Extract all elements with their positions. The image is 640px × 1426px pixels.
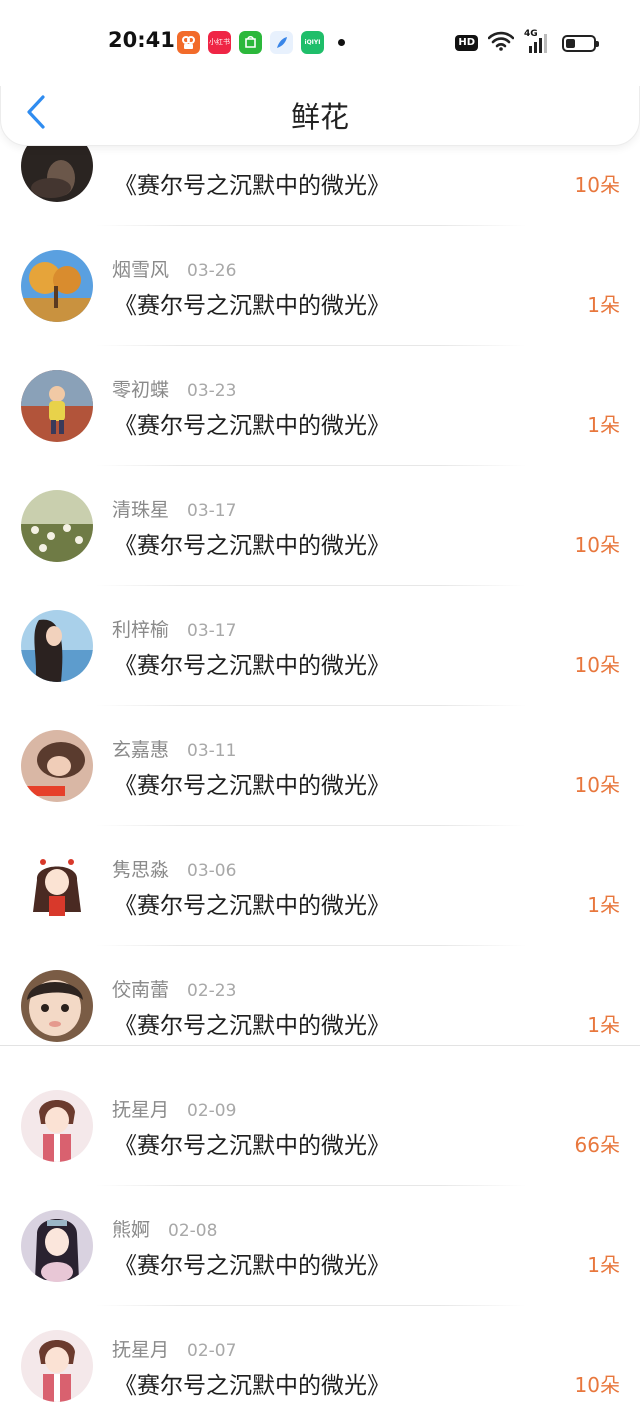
gift-date: 03-11 — [187, 741, 237, 761]
flower-count: 10朵 — [574, 773, 620, 797]
hd-badge: HD — [455, 35, 478, 51]
section-divider — [0, 1045, 640, 1046]
user-avatar[interactable] — [21, 610, 93, 682]
list-item[interactable]: 抚星月 02-07 《赛尔号之沉默中的微光》 10朵 — [0, 1306, 640, 1426]
gift-date: 02-08 — [168, 1221, 218, 1241]
flower-count: 1朵 — [587, 1253, 620, 1277]
sender-name[interactable]: 抚星月 — [112, 1335, 169, 1362]
wechat-pay-icon — [239, 31, 262, 54]
user-avatar[interactable] — [21, 1210, 93, 1282]
gift-meta: 利梓榆 03-17 — [112, 615, 236, 642]
sender-name[interactable]: 清珠星 — [112, 495, 169, 522]
sender-name[interactable]: 玄嘉惠 — [112, 735, 169, 762]
sender-name[interactable]: 零初蝶 — [112, 375, 169, 402]
gift-date: 02-23 — [187, 981, 237, 1001]
gift-date: 03-23 — [187, 381, 237, 401]
flower-count: 66朵 — [574, 1133, 620, 1157]
list-item[interactable]: 烟雪风 03-26 《赛尔号之沉默中的微光》 1朵 — [0, 226, 640, 346]
list-item[interactable]: 玄嘉惠 03-11 《赛尔号之沉默中的微光》 10朵 — [0, 706, 640, 826]
user-avatar[interactable] — [21, 850, 93, 922]
flower-count: 10朵 — [574, 1373, 620, 1397]
sender-name[interactable]: 佼南蕾 — [112, 975, 169, 1002]
sender-name[interactable]: 隽思淼 — [112, 855, 169, 882]
gift-meta: 佼南蕾 02-23 — [112, 975, 236, 1002]
gift-date: 03-17 — [187, 621, 237, 641]
work-title: 《赛尔号之沉默中的微光》 — [114, 1133, 390, 1159]
list-item[interactable]: 隽思淼 03-06 《赛尔号之沉默中的微光》 1朵 — [0, 826, 640, 946]
user-avatar[interactable] — [21, 1090, 93, 1162]
gift-date: 03-17 — [187, 501, 237, 521]
feather-app-icon — [270, 31, 293, 54]
list-item[interactable]: 熊婀 02-08 《赛尔号之沉默中的微光》 1朵 — [0, 1186, 640, 1306]
work-title: 《赛尔号之沉默中的微光》 — [114, 293, 390, 319]
list-item[interactable]: 利梓榆 03-17 《赛尔号之沉默中的微光》 10朵 — [0, 586, 640, 706]
work-title: 《赛尔号之沉默中的微光》 — [114, 533, 390, 559]
flower-count: 10朵 — [574, 653, 620, 677]
user-avatar[interactable] — [21, 730, 93, 802]
battery-icon — [562, 34, 599, 52]
user-avatar[interactable] — [21, 1330, 93, 1402]
cellular-signal-icon: 4G — [524, 29, 552, 54]
gift-meta: 抚星月 02-07 — [112, 1335, 236, 1362]
flower-count: 1朵 — [587, 413, 620, 437]
work-title: 《赛尔号之沉默中的微光》 — [114, 1013, 390, 1039]
gift-meta: 零初蝶 03-23 — [112, 375, 236, 402]
list-item[interactable]: 清珠星 03-17 《赛尔号之沉默中的微光》 10朵 — [0, 466, 640, 586]
list-item[interactable]: 佼南蕾 02-23 《赛尔号之沉默中的微光》 1朵 — [0, 946, 640, 1066]
work-title: 《赛尔号之沉默中的微光》 — [114, 773, 390, 799]
work-title: 《赛尔号之沉默中的微光》 — [114, 413, 390, 439]
work-title: 《赛尔号之沉默中的微光》 — [114, 1253, 390, 1279]
wifi-icon — [487, 31, 515, 55]
gift-meta: 抚星月 02-09 — [112, 1095, 236, 1122]
page-title: 鲜花 — [290, 100, 349, 134]
user-avatar[interactable] — [21, 490, 93, 562]
gift-meta: 隽思淼 03-06 — [112, 855, 236, 882]
sender-name[interactable]: 利梓榆 — [112, 615, 169, 642]
flower-count: 1朵 — [587, 293, 620, 317]
gift-meta: 玄嘉惠 03-11 — [112, 735, 236, 762]
sender-name[interactable]: 烟雪风 — [112, 255, 169, 282]
flower-count: 10朵 — [574, 173, 620, 197]
user-avatar[interactable] — [21, 970, 93, 1042]
work-title: 《赛尔号之沉默中的微光》 — [114, 653, 390, 679]
status-bar: 20:41 小红书 iQIYI HD 4G — [0, 0, 640, 86]
sender-name[interactable]: 熊婀 — [112, 1215, 150, 1242]
list-item[interactable]: 零初蝶 03-23 《赛尔号之沉默中的微光》 1朵 — [0, 346, 640, 466]
iqiyi-icon: iQIYI — [301, 31, 324, 54]
work-title: 《赛尔号之沉默中的微光》 — [114, 893, 390, 919]
gift-date: 03-06 — [187, 861, 237, 881]
system-status: HD 4G — [455, 29, 599, 55]
kuaishou-icon — [177, 31, 200, 54]
gift-date: 02-07 — [187, 1341, 237, 1361]
gift-meta: 烟雪风 03-26 — [112, 255, 236, 282]
gift-date: 02-09 — [187, 1101, 237, 1121]
gift-meta: 清珠星 03-17 — [112, 495, 236, 522]
gift-meta: 熊婀 02-08 — [112, 1215, 217, 1242]
flower-count: 1朵 — [587, 893, 620, 917]
list-item[interactable]: 抚星月 02-09 《赛尔号之沉默中的微光》 66朵 — [0, 1066, 640, 1186]
xiaohongshu-icon: 小红书 — [208, 31, 231, 54]
battery-level-fill — [566, 38, 575, 48]
sender-name[interactable]: 抚星月 — [112, 1095, 169, 1122]
work-title: 《赛尔号之沉默中的微光》 — [114, 1373, 390, 1399]
more-notifications-dot — [338, 39, 345, 46]
work-title: 《赛尔号之沉默中的微光》 — [114, 173, 390, 199]
user-avatar[interactable] — [21, 250, 93, 322]
flower-gift-list: 《赛尔号之沉默中的微光》 10朵 烟雪风 03-26 《赛尔号之沉默中的微光》 … — [0, 0, 640, 1422]
gift-date: 03-26 — [187, 261, 237, 281]
flower-count: 1朵 — [587, 1013, 620, 1037]
flower-count: 10朵 — [574, 533, 620, 557]
notification-icons: 小红书 iQIYI — [177, 31, 345, 54]
user-avatar[interactable] — [21, 370, 93, 442]
status-time: 20:41 — [108, 28, 175, 52]
